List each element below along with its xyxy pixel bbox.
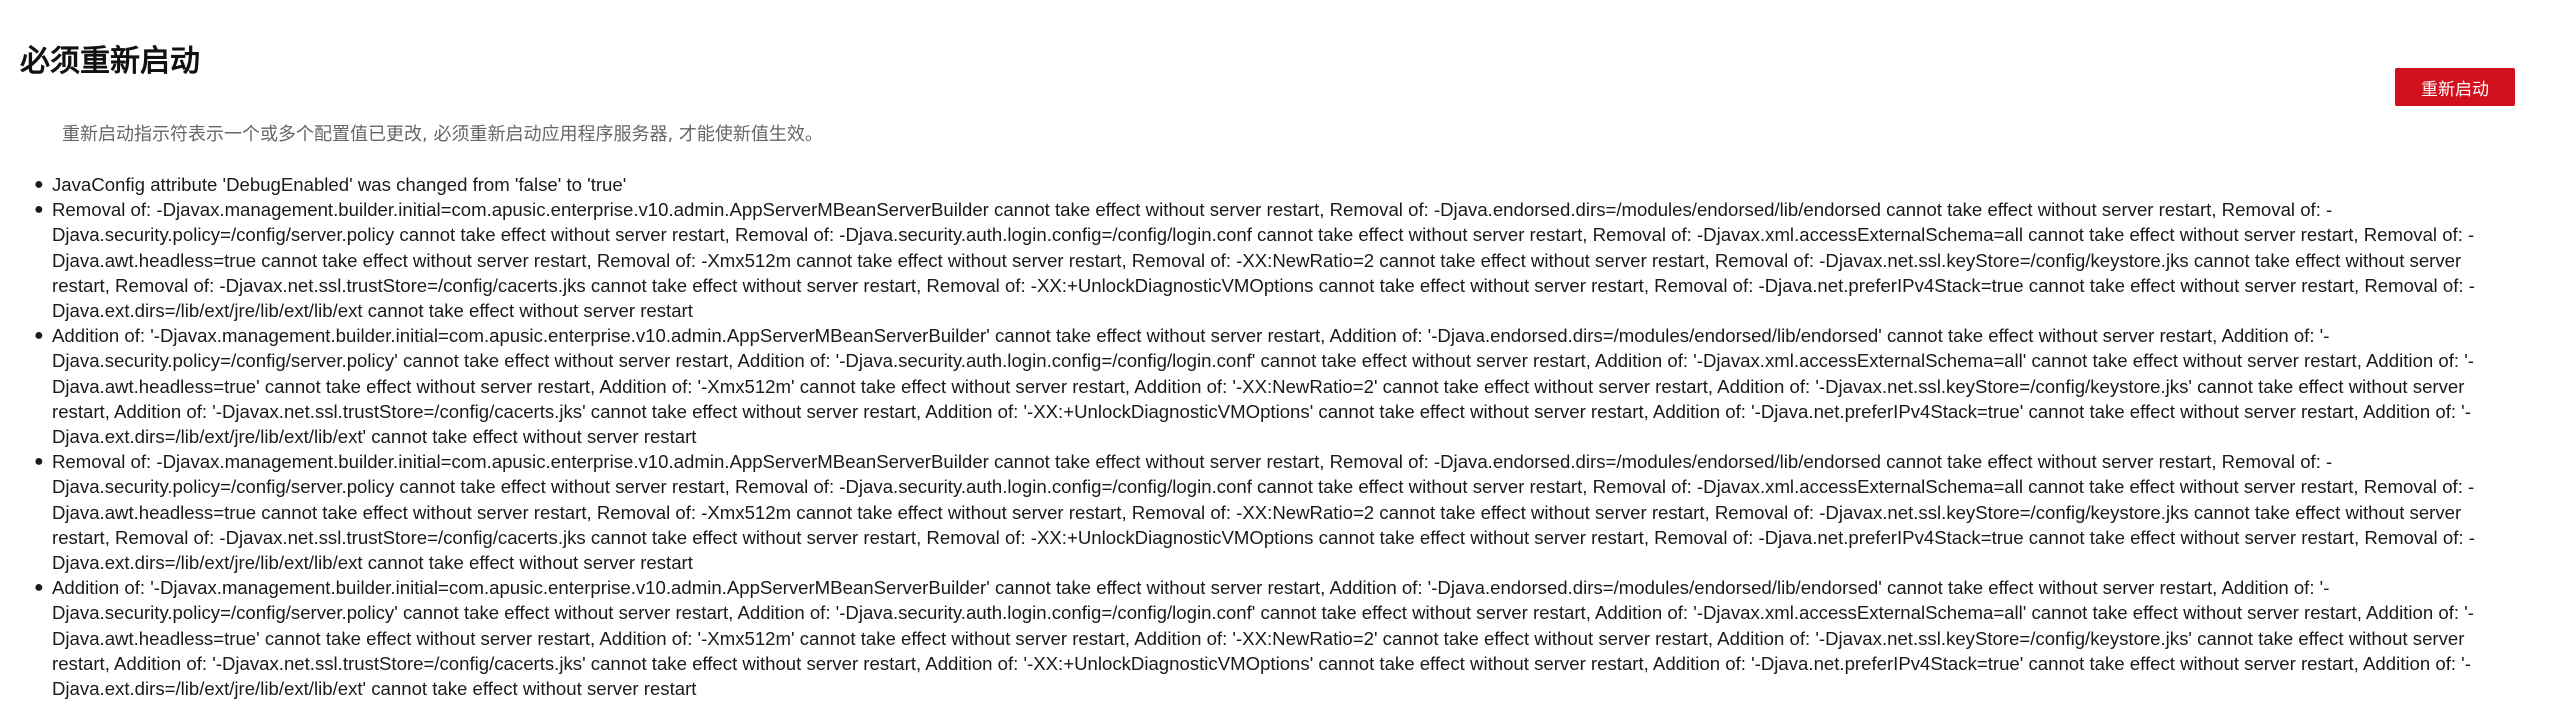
message-text: JavaConfig attribute 'DebugEnabled' was … — [52, 174, 627, 195]
bullet-icon: ● — [34, 176, 44, 193]
message-text: Removal of: -Djavax.management.builder.i… — [52, 451, 2475, 574]
bullet-icon: ● — [34, 453, 44, 471]
bullet-icon: ● — [34, 327, 44, 345]
restart-button[interactable]: 重新启动 — [2395, 68, 2515, 106]
restart-description: 重新启动指示符表示一个或多个配置值已更改, 必须重新启动应用程序服务器, 才能使… — [62, 124, 823, 145]
list-item: ● Addition of: '-Djavax.management.build… — [34, 575, 2522, 701]
list-item: ● JavaConfig attribute 'DebugEnabled' wa… — [34, 172, 2522, 197]
message-text: Removal of: -Djavax.management.builder.i… — [52, 199, 2475, 322]
restart-message-list: ● JavaConfig attribute 'DebugEnabled' wa… — [34, 172, 2522, 701]
message-text: Addition of: '-Djavax.management.builder… — [52, 325, 2474, 448]
list-item: ● Removal of: -Djavax.management.builder… — [34, 197, 2522, 323]
bullet-icon: ● — [34, 201, 44, 219]
restart-required-page: 必须重新启动 重新启动 重新启动指示符表示一个或多个配置值已更改, 必须重新启动… — [0, 0, 2560, 707]
message-text: Addition of: '-Djavax.management.builder… — [52, 577, 2474, 700]
list-item: ● Removal of: -Djavax.management.builder… — [34, 449, 2522, 575]
page-title: 必须重新启动 — [20, 44, 200, 79]
list-item: ● Addition of: '-Djavax.management.build… — [34, 323, 2522, 449]
bullet-icon: ● — [34, 579, 44, 597]
